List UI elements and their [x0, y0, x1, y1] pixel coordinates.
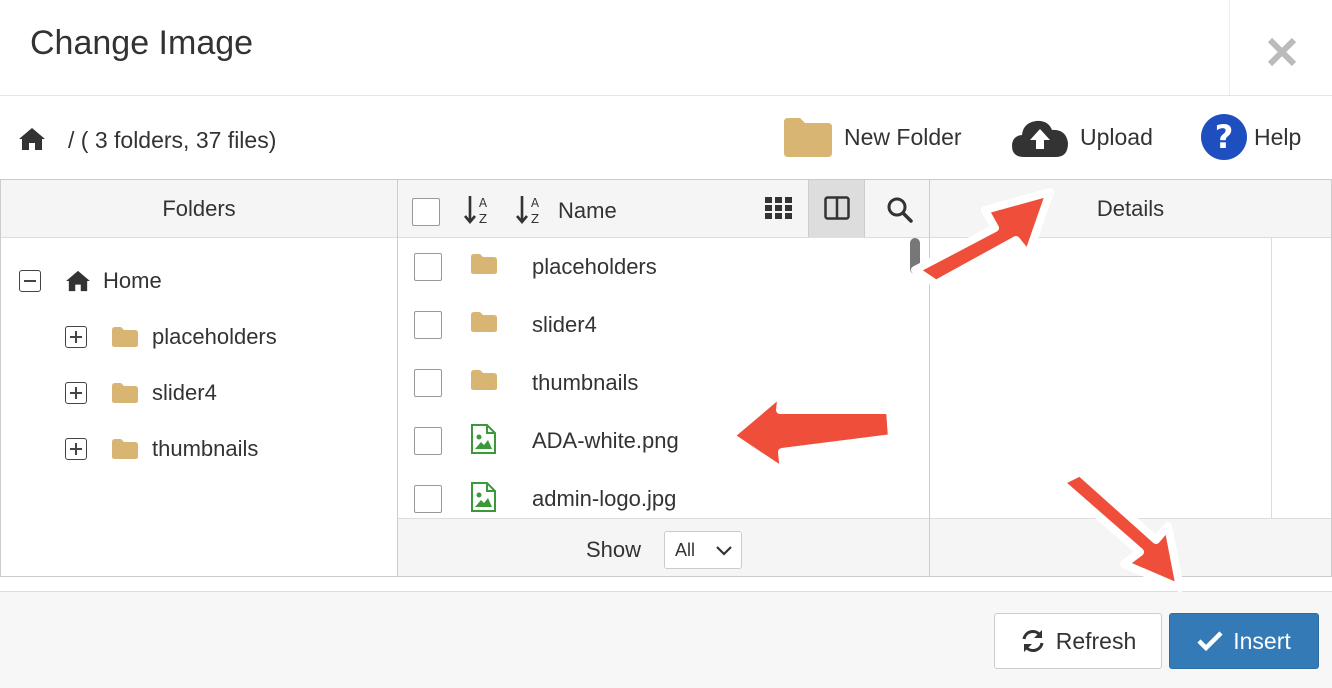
- refresh-label: Refresh: [1055, 627, 1137, 654]
- tree-item-home[interactable]: Home: [19, 268, 162, 294]
- file-name: ADA-white.png: [532, 428, 679, 453]
- expand-icon[interactable]: [65, 438, 87, 460]
- show-select[interactable]: All: [664, 531, 742, 569]
- file-row[interactable]: admin-logo.jpg: [398, 470, 898, 519]
- home-icon: [66, 270, 90, 292]
- file-name: thumbnails: [532, 370, 639, 395]
- scrollbar-thumb[interactable]: [910, 238, 920, 274]
- collapse-icon[interactable]: [19, 270, 41, 292]
- expand-icon[interactable]: [65, 382, 87, 404]
- row-checkbox[interactable]: [414, 369, 442, 397]
- details-divider: [1271, 238, 1272, 519]
- close-icon: [1267, 37, 1297, 67]
- folder-icon: [112, 327, 138, 347]
- folder-icon: [112, 439, 138, 459]
- files-footer: Show All: [398, 518, 929, 576]
- file-name: admin-logo.jpg: [532, 486, 677, 511]
- svg-text:?: ?: [1215, 118, 1234, 156]
- search-icon[interactable]: [887, 197, 913, 223]
- select-all-checkbox[interactable]: [412, 198, 440, 226]
- folders-header: Folders: [1, 180, 397, 238]
- chevron-down-icon: [716, 546, 732, 556]
- svg-text:A: A: [531, 196, 540, 210]
- files-panel: A Z A Z Name placeholders slider4 thumbn…: [397, 179, 930, 577]
- file-row[interactable]: thumbnails: [398, 354, 898, 412]
- image-file-icon: [471, 424, 496, 454]
- file-row[interactable]: ADA-white.png: [398, 412, 898, 470]
- tree-item-thumbnails[interactable]: thumbnails: [65, 436, 258, 462]
- row-checkbox[interactable]: [414, 485, 442, 513]
- close-button[interactable]: [1229, 0, 1332, 95]
- tree-item-label: thumbnails: [152, 436, 259, 461]
- new-folder-label: New Folder: [844, 123, 962, 150]
- cloud-upload-icon: [1012, 120, 1068, 157]
- sort-name-icon[interactable]: A Z: [516, 194, 544, 226]
- tree-item-placeholders[interactable]: placeholders: [65, 324, 277, 350]
- tree-item-label: Home: [103, 268, 162, 293]
- dialog-title: Change Image: [30, 24, 254, 62]
- svg-text:A: A: [479, 196, 488, 210]
- image-file-icon: [471, 482, 496, 512]
- help-label: Help: [1254, 123, 1302, 150]
- details-footer: [930, 518, 1331, 576]
- svg-text:Z: Z: [479, 212, 487, 226]
- refresh-button[interactable]: Refresh: [994, 613, 1162, 669]
- details-header: Details: [930, 180, 1331, 238]
- insert-label: Insert: [1233, 627, 1291, 654]
- toolbar: / ( 3 folders, 37 files) New Folder Uplo…: [0, 97, 1332, 179]
- help-button[interactable]: ? Help: [1200, 111, 1301, 163]
- dialog-header: Change Image: [0, 0, 1332, 96]
- show-label: Show: [586, 537, 642, 562]
- row-checkbox[interactable]: [414, 311, 442, 339]
- upload-button[interactable]: Upload: [1010, 111, 1153, 163]
- details-panel: Details: [929, 179, 1332, 577]
- folder-icon: [471, 370, 497, 390]
- grid-view-icon[interactable]: [765, 197, 793, 219]
- row-checkbox[interactable]: [414, 253, 442, 281]
- tree-item-label: slider4: [152, 380, 217, 405]
- sort-name-label[interactable]: Name: [558, 198, 617, 224]
- svg-text:Z: Z: [531, 212, 539, 226]
- folders-panel: Folders Home placeholders slider4 thumbn…: [0, 179, 398, 577]
- file-row[interactable]: placeholders: [398, 238, 898, 296]
- sort-az-icon[interactable]: A Z: [464, 194, 492, 226]
- row-checkbox[interactable]: [414, 427, 442, 455]
- columns-icon: [824, 196, 850, 220]
- file-name: slider4: [532, 312, 597, 337]
- refresh-icon: [1022, 630, 1044, 652]
- upload-label: Upload: [1080, 123, 1153, 150]
- dialog-footer: Refresh Insert: [0, 591, 1332, 688]
- breadcrumb-path: / ( 3 folders, 37 files): [68, 127, 277, 153]
- insert-button[interactable]: Insert: [1169, 613, 1319, 669]
- file-row[interactable]: slider4: [398, 296, 898, 354]
- tree-item-slider4[interactable]: slider4: [65, 380, 217, 406]
- check-icon: [1197, 631, 1223, 652]
- help-icon: ?: [1201, 114, 1247, 160]
- folder-icon: [471, 254, 497, 274]
- tree-item-label: placeholders: [152, 324, 277, 349]
- home-icon[interactable]: [18, 127, 46, 151]
- expand-icon[interactable]: [65, 326, 87, 348]
- new-folder-button[interactable]: New Folder: [782, 111, 962, 163]
- folder-icon: [471, 312, 497, 332]
- files-header: A Z A Z Name: [398, 180, 929, 238]
- folder-icon: [112, 383, 138, 403]
- file-list[interactable]: placeholders slider4 thumbnails ADA-whit…: [398, 238, 929, 519]
- file-name: placeholders: [532, 254, 657, 279]
- column-view-button[interactable]: [808, 180, 865, 237]
- folder-icon: [784, 118, 832, 157]
- show-select-value: All: [675, 539, 696, 560]
